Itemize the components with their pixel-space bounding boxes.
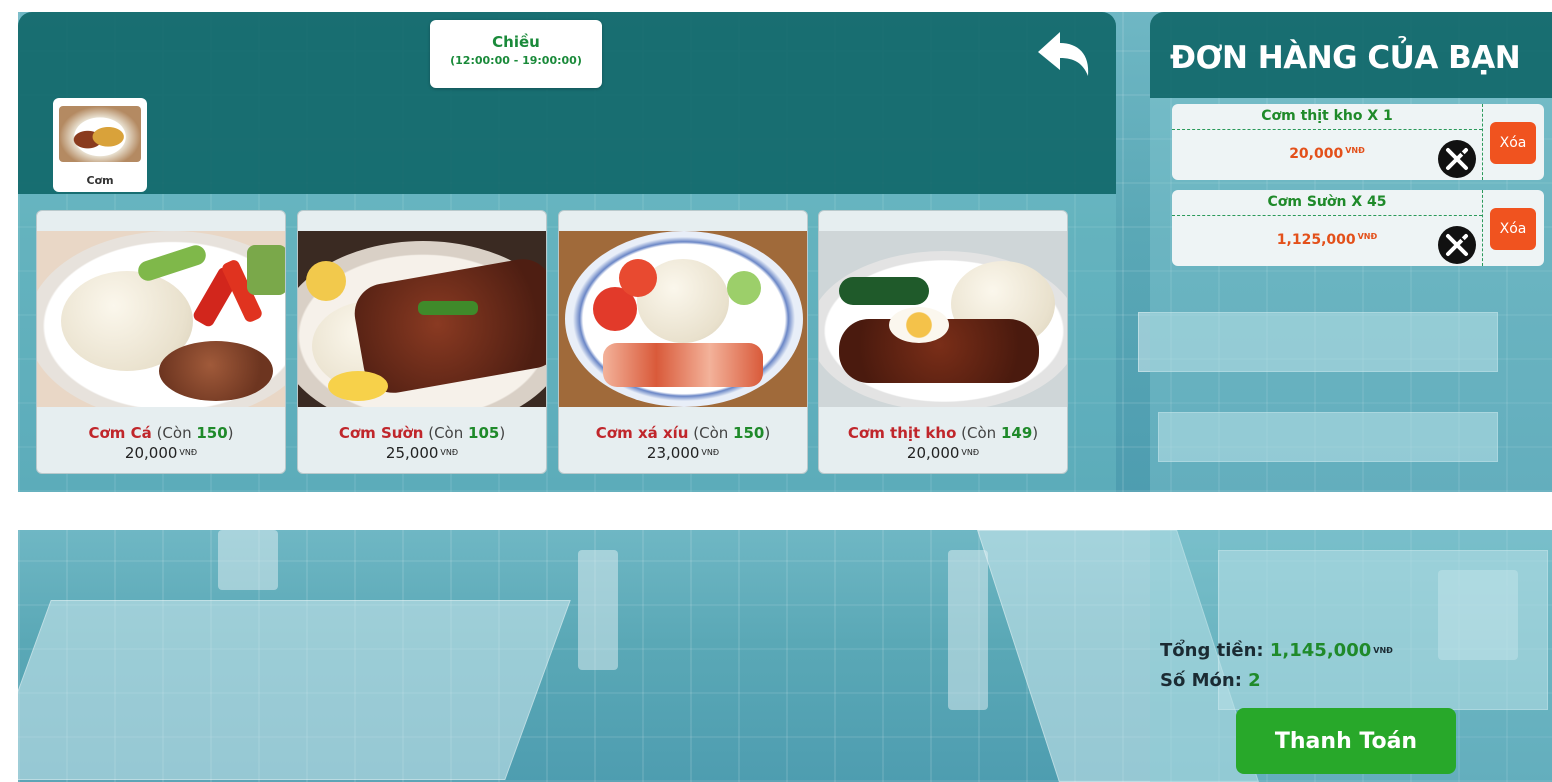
delete-item-button[interactable]: Xóa	[1490, 122, 1536, 164]
category-tab-com[interactable]: Cơm	[53, 98, 147, 192]
dish-stock: 150	[196, 424, 228, 442]
count-row: Số Món: 2	[1160, 666, 1393, 696]
currency-label: VNĐ	[440, 448, 459, 457]
currency-label: VNĐ	[1345, 146, 1365, 155]
no-utensils-icon	[1446, 148, 1468, 170]
dish-card-com-suon[interactable]: Cơm Sườn (Còn 105) 25,000 VNĐ	[297, 210, 547, 474]
dish-stock-suffix: )	[227, 424, 234, 442]
order-header: ĐƠN HÀNG CỦA BẠN	[1150, 12, 1552, 98]
order-totals: Tổng tiền: 1,145,000 VNĐ Số Món: 2	[1160, 636, 1393, 696]
dish-stock: 150	[733, 424, 765, 442]
total-value: 1,145,000	[1269, 640, 1372, 661]
checkout-button[interactable]: Thanh Toán	[1236, 708, 1456, 774]
dish-card-com-xa-xiu[interactable]: Cơm xá xíu (Còn 150) 23,000 VNĐ	[558, 210, 808, 474]
shift-indicator: Chiều (12:00:00 - 19:00:00)	[430, 20, 602, 88]
dish-info: Cơm Cá (Còn 150) 20,000 VNĐ	[37, 423, 285, 463]
no-utensils-icon	[1446, 234, 1468, 256]
currency-label: VNĐ	[1357, 232, 1378, 241]
count-value: 2	[1248, 670, 1261, 691]
dish-photo	[819, 231, 1067, 407]
dish-info: Cơm thịt kho (Còn 149) 20,000 VNĐ	[819, 423, 1067, 463]
dish-stock-suffix: )	[764, 424, 771, 442]
order-title: ĐƠN HÀNG CỦA BẠN	[1170, 40, 1521, 76]
dish-card-com-thit-kho[interactable]: Cơm thịt kho (Còn 149) 20,000 VNĐ	[818, 210, 1068, 474]
dish-info: Cơm Sườn (Còn 105) 25,000 VNĐ	[298, 423, 546, 463]
delete-item-button[interactable]: Xóa	[1490, 208, 1536, 250]
order-item-label: Cơm Sườn X 45	[1172, 194, 1482, 216]
dish-info: Cơm xá xíu (Còn 150) 23,000 VNĐ	[559, 423, 807, 463]
dish-price: 20,000	[124, 444, 178, 462]
category-thumbnail	[59, 106, 141, 162]
order-item-price: 1,125,000 VNĐ	[1172, 232, 1482, 248]
dish-name: Cơm Sườn	[338, 424, 424, 442]
total-row: Tổng tiền: 1,145,000 VNĐ	[1160, 636, 1393, 666]
dish-stock: 149	[1000, 424, 1033, 442]
order-item-price: 20,000 VNĐ	[1172, 146, 1482, 162]
shift-name: Chiều	[492, 33, 540, 51]
order-item: Cơm thịt kho X 1 20,000 VNĐ Xóa	[1172, 104, 1544, 180]
dish-stock-prefix: (Còn	[156, 424, 197, 442]
dish-stock-suffix: )	[499, 424, 506, 442]
currency-label: VNĐ	[961, 448, 980, 457]
dish-price: 23,000	[646, 444, 700, 462]
dish-price: 25,000	[385, 444, 439, 462]
total-label: Tổng tiền:	[1160, 640, 1264, 661]
dish-name: Cơm thịt kho	[847, 424, 957, 442]
back-button[interactable]	[1034, 30, 1092, 80]
order-item-price-value: 20,000	[1289, 146, 1344, 162]
divider	[1482, 104, 1483, 180]
remove-one-button[interactable]	[1438, 140, 1476, 178]
dish-photo	[37, 231, 285, 407]
dish-photo	[298, 231, 546, 407]
dish-photo	[559, 231, 807, 407]
currency-label: VNĐ	[179, 448, 198, 457]
order-item-price-value: 1,125,000	[1276, 232, 1356, 248]
category-label: Cơm	[86, 174, 114, 187]
count-label: Số Món:	[1160, 670, 1242, 691]
currency-label: VNĐ	[701, 448, 720, 457]
remove-one-button[interactable]	[1438, 226, 1476, 264]
divider	[1482, 190, 1483, 266]
dish-stock-prefix: (Còn	[961, 424, 1001, 442]
dish-stock: 105	[468, 424, 500, 442]
dish-stock-suffix: )	[1032, 424, 1039, 442]
dish-name: Cơm xá xíu	[595, 424, 689, 442]
dish-stock-prefix: (Còn	[693, 424, 734, 442]
order-item-label: Cơm thịt kho X 1	[1172, 108, 1482, 130]
dish-name: Cơm Cá	[88, 424, 152, 442]
dish-card-com-ca[interactable]: Cơm Cá (Còn 150) 20,000 VNĐ	[36, 210, 286, 474]
back-arrow-icon	[1038, 32, 1089, 76]
dish-price: 20,000	[906, 444, 960, 462]
currency-label: VNĐ	[1373, 646, 1393, 655]
order-item: Cơm Sườn X 45 1,125,000 VNĐ Xóa	[1172, 190, 1544, 266]
shift-time: (12:00:00 - 19:00:00)	[450, 54, 582, 67]
dish-stock-prefix: (Còn	[428, 424, 469, 442]
